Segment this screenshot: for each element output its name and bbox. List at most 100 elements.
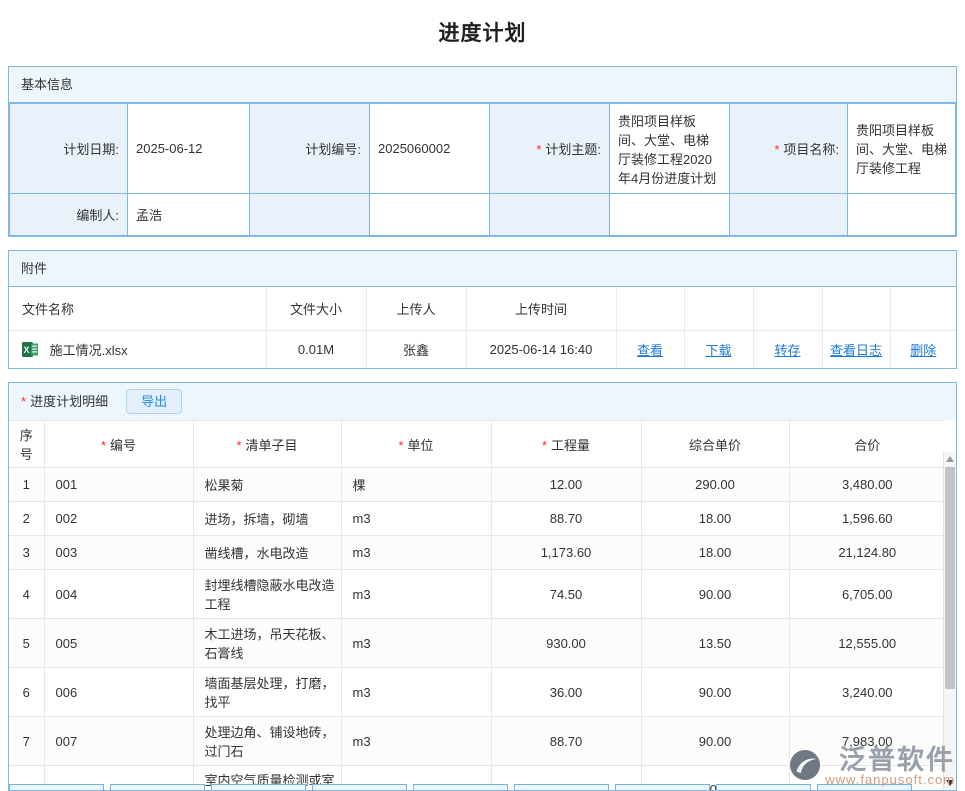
detail-section: * 进度计划明细 导出 序号 *编号 *清单子目 *单位 *工程量 综合单价 合… xyxy=(8,382,957,791)
detail-table: 序号 *编号 *清单子目 *单位 *工程量 综合单价 合价 1 001 松果菊 … xyxy=(9,420,945,791)
cell-quantity: 12.00 xyxy=(491,468,641,502)
save-as-link[interactable]: 转存 xyxy=(774,343,800,358)
scrollbar-down-arrow-icon[interactable] xyxy=(946,780,954,786)
cell-quantity: 36.00 xyxy=(491,668,641,717)
attachments-table: 文件名称 文件大小 上传人 上传时间 X 施工情况.xlsx xyxy=(9,287,956,368)
col-upload-time: 上传时间 xyxy=(466,287,616,330)
detail-row: 7 007 处理边角、铺设地砖，过门石 m3 88.70 90.00 7,983… xyxy=(9,717,945,766)
cell-code: 001 xyxy=(44,468,193,502)
cell-seq: 4 xyxy=(9,570,44,619)
plan-no-value: 2025060002 xyxy=(370,104,490,194)
file-size: 0.01M xyxy=(266,330,366,368)
cell-unit-price: 18.00 xyxy=(641,536,789,570)
cell-code: 002 xyxy=(44,502,193,536)
col-action-empty xyxy=(822,287,890,330)
cell-unit-price: 90.00 xyxy=(641,717,789,766)
cell-seq: 6 xyxy=(9,668,44,717)
cell-total-price: 12,555.00 xyxy=(789,619,945,668)
required-marker: * xyxy=(398,438,403,453)
detail-header-row: 序号 *编号 *清单子目 *单位 *工程量 综合单价 合价 xyxy=(9,421,945,468)
view-log-link[interactable]: 查看日志 xyxy=(830,343,882,358)
page-title: 进度计划 xyxy=(0,0,965,66)
author-label: 编制人: xyxy=(10,194,128,236)
required-marker: * xyxy=(236,438,241,453)
cell-item: 墙面基层处理，打磨，找平 xyxy=(193,668,341,717)
cell-item: 凿线槽，水电改造 xyxy=(193,536,341,570)
cell-code: 003 xyxy=(44,536,193,570)
col-action-empty xyxy=(890,287,956,330)
cell-unit-price: 18.00 xyxy=(641,502,789,536)
cell-unit-price: 13.50 xyxy=(641,619,789,668)
detail-header-bar: * 进度计划明细 导出 xyxy=(9,383,956,420)
export-button[interactable]: 导出 xyxy=(126,389,182,414)
scrollbar-up-arrow-icon[interactable] xyxy=(946,456,954,462)
action-cell: 转存 xyxy=(753,330,822,368)
cell-total-price: 7,983.00 xyxy=(789,717,945,766)
cell-item: 木工进场，吊天花板、石膏线 xyxy=(193,619,341,668)
download-link[interactable]: 下载 xyxy=(705,343,731,358)
col-item: *清单子目 xyxy=(193,421,341,468)
col-action-empty xyxy=(684,287,753,330)
plan-subject-label: *计划主题: xyxy=(490,104,610,194)
cell-quantity: 88.70 xyxy=(491,502,641,536)
empty-value-cell xyxy=(848,194,956,236)
attachments-section: 附件 文件名称 文件大小 上传人 上传时间 xyxy=(8,250,957,369)
cell-code: 007 xyxy=(44,717,193,766)
cell-item: 封埋线槽隐蔽水电改造工程 xyxy=(193,570,341,619)
col-total-price: 合价 xyxy=(789,421,945,468)
empty-label-cell xyxy=(250,194,370,236)
file-upload-time: 2025-06-14 16:40 xyxy=(466,330,616,368)
col-quantity: *工程量 xyxy=(491,421,641,468)
empty-value-cell xyxy=(610,194,730,236)
attachments-title: 附件 xyxy=(21,251,47,286)
cell-unit: m3 xyxy=(341,717,491,766)
project-name-label: *项目名称: xyxy=(730,104,848,194)
cell-seq: 3 xyxy=(9,536,44,570)
detail-row: 2 002 进场，拆墙，砌墙 m3 88.70 18.00 1,596.60 xyxy=(9,502,945,536)
cell-item: 处理边角、铺设地砖，过门石 xyxy=(193,717,341,766)
plan-no-label: 计划编号: xyxy=(250,104,370,194)
col-action-empty xyxy=(616,287,684,330)
cell-total-price: 3,480.00 xyxy=(789,468,945,502)
svg-text:X: X xyxy=(24,345,30,355)
project-name-value: 贵阳项目样板间、大堂、电梯厅装修工程 xyxy=(848,104,956,194)
view-link[interactable]: 查看 xyxy=(637,343,663,358)
required-marker: * xyxy=(101,438,106,453)
scrollbar-thumb[interactable] xyxy=(945,467,955,689)
required-marker: * xyxy=(542,438,547,453)
file-name: 施工情况.xlsx xyxy=(50,343,128,358)
cell-total-price: 21,124.80 xyxy=(789,536,945,570)
required-marker: * xyxy=(21,384,26,419)
cell-seq: 1 xyxy=(9,468,44,502)
cell-code: 005 xyxy=(44,619,193,668)
cell-unit-price: 90.00 xyxy=(641,668,789,717)
col-uploader: 上传人 xyxy=(366,287,466,330)
action-cell: 删除 xyxy=(890,330,956,368)
attachment-row: X 施工情况.xlsx 0.01M 张鑫 2025-06-14 16:40 查看… xyxy=(9,330,956,368)
detail-row: 1 001 松果菊 棵 12.00 290.00 3,480.00 xyxy=(9,468,945,502)
basic-info-section: 基本信息 计划日期: 2025-06-12 计划编号: 2025060002 *… xyxy=(8,66,957,237)
delete-link[interactable]: 删除 xyxy=(910,343,936,358)
cell-code: 006 xyxy=(44,668,193,717)
action-cell: 查看 xyxy=(616,330,684,368)
plan-date-value: 2025-06-12 xyxy=(128,104,250,194)
plan-subject-value: 贵阳项目样板间、大堂、电梯厅装修工程2020年4月份进度计划 xyxy=(610,104,730,194)
cell-unit: m3 xyxy=(341,619,491,668)
basic-info-title: 基本信息 xyxy=(21,67,73,102)
cell-total-price: 3,240.00 xyxy=(789,668,945,717)
col-file-size: 文件大小 xyxy=(266,287,366,330)
col-file-name: 文件名称 xyxy=(9,287,266,330)
col-unit-price: 综合单价 xyxy=(641,421,789,468)
cell-quantity: 930.00 xyxy=(491,619,641,668)
action-cell: 查看日志 xyxy=(822,330,890,368)
empty-value-cell xyxy=(370,194,490,236)
col-action-empty xyxy=(753,287,822,330)
cell-unit: m3 xyxy=(341,536,491,570)
cell-seq: 5 xyxy=(9,619,44,668)
basic-info-header: 基本信息 xyxy=(9,67,956,103)
cell-item: 进场，拆墙，砌墙 xyxy=(193,502,341,536)
col-seq: 序号 xyxy=(9,421,44,468)
cell-quantity: 74.50 xyxy=(491,570,641,619)
author-value: 孟浩 xyxy=(128,194,250,236)
vertical-scrollbar[interactable] xyxy=(943,452,956,790)
